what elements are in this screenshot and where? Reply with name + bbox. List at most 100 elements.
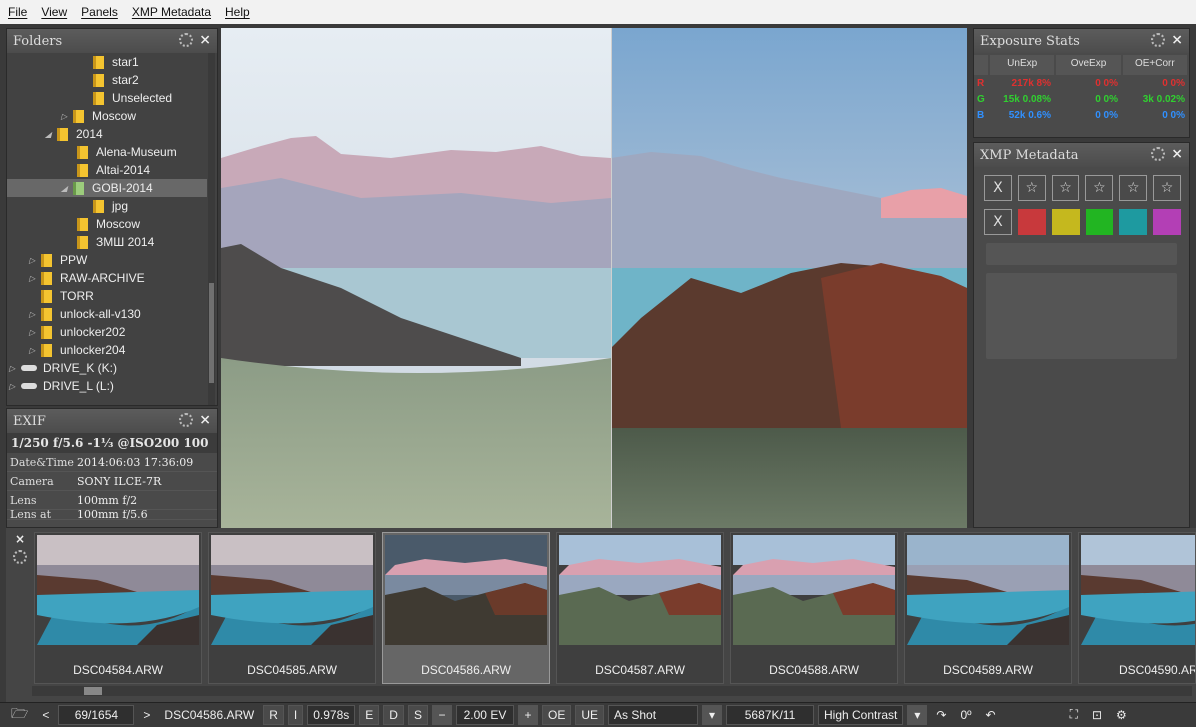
expand-arrow-icon[interactable]: ▷ [29,256,39,265]
folder-item[interactable]: Unselected [93,89,172,107]
raw-button[interactable]: R [263,704,284,725]
menu-help[interactable]: Help [225,5,250,19]
thumbnail-selected[interactable]: DSC04586.ARW [382,532,550,684]
header-unexp: UnExp [990,55,1055,75]
star-1-icon[interactable]: ☆ [1017,175,1046,201]
expand-arrow-icon[interactable]: ▷ [29,328,39,337]
thumbnail[interactable]: DSC04584.ARW [34,532,202,684]
color-label-teal[interactable] [1119,209,1148,235]
scrollbar-thumb[interactable] [84,687,102,695]
star-3-icon[interactable]: ☆ [1085,175,1114,201]
expand-arrow-icon[interactable]: ▷ [61,112,71,121]
star-5-icon[interactable]: ☆ [1153,175,1181,201]
exposure-row-b: B 52k 0.6% 0 0% 0 0% [977,109,1185,121]
settings-icon[interactable]: ⚙ [1111,705,1132,725]
rotate-right-icon[interactable]: ↷ [931,705,951,725]
close-icon[interactable]: × [1171,147,1183,161]
info-button[interactable]: I [287,704,304,725]
folder-item[interactable]: star2 [93,71,139,89]
folder-item[interactable]: ▷ unlocker204 [29,341,125,359]
next-button[interactable]: > [138,705,155,725]
folder-item-selected[interactable]: ◢ GOBI-2014 [7,179,207,197]
drive-item[interactable]: ▷ DRIVE_L (L:) [9,377,114,395]
expand-arrow-icon[interactable]: ▷ [9,382,19,391]
menu-view[interactable]: View [41,5,67,19]
color-label-green[interactable] [1085,209,1114,235]
folder-item[interactable]: Moscow [77,215,140,233]
collapse-arrow-icon[interactable]: ◢ [61,184,71,193]
gear-icon[interactable] [13,550,27,564]
rotate-left-icon[interactable]: ↶ [981,705,1001,725]
folders-scrollbar[interactable] [208,53,215,405]
underexposure-button[interactable]: UE [575,704,604,725]
folder-item[interactable]: ▷ Moscow [61,107,136,125]
ev-increase-button[interactable]: + [517,704,538,725]
color-label-red[interactable] [1017,209,1046,235]
folder-item[interactable]: ▷ unlocker202 [29,323,125,341]
menu-panels[interactable]: Panels [81,5,118,19]
fit-icon[interactable]: ⊡ [1087,705,1107,725]
gear-icon[interactable] [179,33,194,47]
filmstrip-scrollbar[interactable] [32,686,1192,696]
drive-item[interactable]: ▷ DRIVE_K (K:) [9,359,117,377]
e-button[interactable]: E [359,704,380,725]
clear-color-button[interactable]: X [984,209,1012,235]
open-folder-icon[interactable]: 🗁 [6,705,33,725]
clear-rating-button[interactable]: X [984,175,1012,201]
color-label-yellow[interactable] [1051,209,1080,235]
xmp-title-field[interactable] [986,243,1177,265]
expand-arrow-icon[interactable]: ▷ [29,310,39,319]
folder-item[interactable]: Altai-2014 [77,161,150,179]
expand-arrow-icon[interactable]: ▷ [29,346,39,355]
folder-item[interactable]: star1 [93,53,139,71]
star-4-icon[interactable]: ☆ [1119,175,1148,201]
thumbnail[interactable]: DSC04585.ARW [208,532,376,684]
folder-item[interactable]: Alena-Museum [77,143,177,161]
prev-button[interactable]: < [37,705,54,725]
status-bar: 🗁 < 69/1654 > DSC04586.ARW R I 0.978s E … [0,702,1196,726]
close-icon[interactable]: × [10,532,30,546]
star-2-icon[interactable]: ☆ [1051,175,1080,201]
exposure-title-bar: Exposure Stats × [974,29,1189,53]
folder-item[interactable]: ▷ PPW [29,251,87,269]
collapse-arrow-icon[interactable]: ◢ [45,130,55,139]
contrast-select[interactable]: High Contrast [818,704,904,725]
white-balance-value[interactable]: 5687K/11 [726,704,814,725]
folder-item[interactable]: jpg [93,197,128,215]
chevron-down-icon[interactable]: ▾ [702,704,722,725]
menu-file[interactable]: File [8,5,27,19]
s-button[interactable]: S [407,704,428,725]
folder-item[interactable]: ЗМШ 2014 [77,233,154,251]
menu-xmp-metadata[interactable]: XMP Metadata [132,5,211,19]
thumbnail[interactable]: DSC04588.ARW [730,532,898,684]
folder-item[interactable]: TORR [41,287,94,305]
overexposure-button[interactable]: OE [541,704,572,725]
fullscreen-icon[interactable]: ⛶ [1065,705,1083,725]
thumbnail[interactable]: DSC04587.ARW [556,532,724,684]
thumbnail[interactable]: DSC04590.ARW [1078,532,1196,684]
expand-arrow-icon[interactable]: ▷ [29,274,39,283]
image-viewer[interactable] [221,28,967,528]
ev-value[interactable]: 2.00 EV [455,704,514,725]
gear-icon[interactable] [1151,147,1166,161]
gear-icon[interactable] [1151,33,1166,47]
close-icon[interactable]: × [199,33,211,47]
scrollbar-thumb[interactable] [209,283,214,383]
chevron-down-icon[interactable]: ▾ [907,704,928,725]
close-icon[interactable]: × [1171,33,1183,47]
compare-split-line[interactable] [611,28,612,528]
white-balance-select[interactable]: As Shot [608,704,698,725]
color-label-purple[interactable] [1153,209,1181,235]
folder-item[interactable]: ◢ 2014 [45,125,103,143]
gear-icon[interactable] [179,413,194,427]
xmp-description-field[interactable] [986,273,1177,359]
d-button[interactable]: D [383,704,404,725]
thumbnail[interactable]: DSC04589.ARW [904,532,1072,684]
folder-icon [93,91,104,105]
close-icon[interactable]: × [199,413,211,427]
folder-item[interactable]: ▷ RAW-ARCHIVE [29,269,145,287]
folder-item[interactable]: ▷ unlock-all-v130 [29,305,141,323]
image-counter[interactable]: 69/1654 [58,704,135,725]
expand-arrow-icon[interactable]: ▷ [9,364,19,373]
ev-decrease-button[interactable]: − [431,704,452,725]
